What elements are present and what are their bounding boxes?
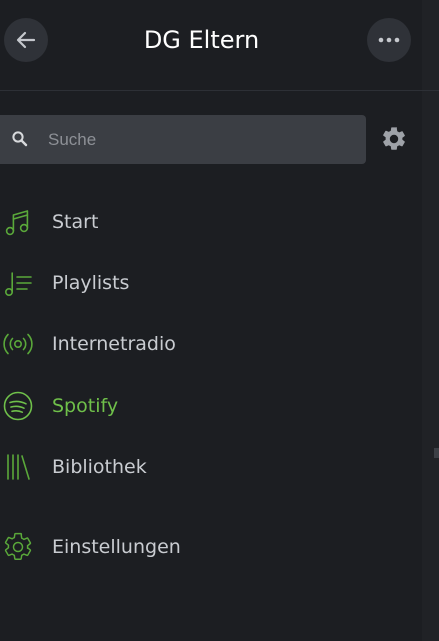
settings-outline-icon	[4, 532, 32, 560]
content-edge	[422, 0, 439, 641]
music-app-sidebar: DG Eltern Start	[0, 0, 439, 641]
more-options-button[interactable]	[367, 18, 411, 62]
search-icon	[12, 131, 28, 147]
spotify-icon	[3, 391, 33, 421]
nav-label-spotify: Spotify	[52, 395, 119, 417]
nav-item-playlists[interactable]: Playlists	[0, 258, 422, 308]
nav-item-bibliothek[interactable]: Bibliothek	[0, 442, 422, 492]
scroll-marker	[434, 448, 439, 458]
nav-label-start: Start	[52, 211, 99, 233]
search-bar[interactable]	[0, 115, 366, 164]
nav-label-playlists: Playlists	[52, 272, 130, 294]
library-icon	[7, 454, 30, 480]
back-button[interactable]	[4, 18, 48, 62]
search-input[interactable]	[48, 115, 348, 164]
radio-broadcast-icon	[3, 333, 33, 355]
nav-label-einstellungen: Einstellungen	[52, 536, 181, 558]
more-horizontal-icon	[378, 37, 400, 43]
arrow-left-icon	[16, 31, 36, 49]
nav-item-einstellungen[interactable]: Einstellungen	[0, 522, 422, 572]
nav-item-start[interactable]: Start	[0, 197, 422, 247]
gear-icon[interactable]	[380, 125, 408, 153]
playlist-icon	[4, 272, 32, 296]
nav-item-internetradio[interactable]: Internetradio	[0, 319, 422, 369]
header: DG Eltern	[0, 0, 439, 91]
nav-label-bibliothek: Bibliothek	[52, 456, 147, 478]
music-note-icon	[5, 210, 29, 236]
nav-label-internetradio: Internetradio	[52, 333, 176, 355]
nav-item-spotify[interactable]: Spotify	[0, 381, 422, 431]
page-title: DG Eltern	[143, 26, 260, 54]
